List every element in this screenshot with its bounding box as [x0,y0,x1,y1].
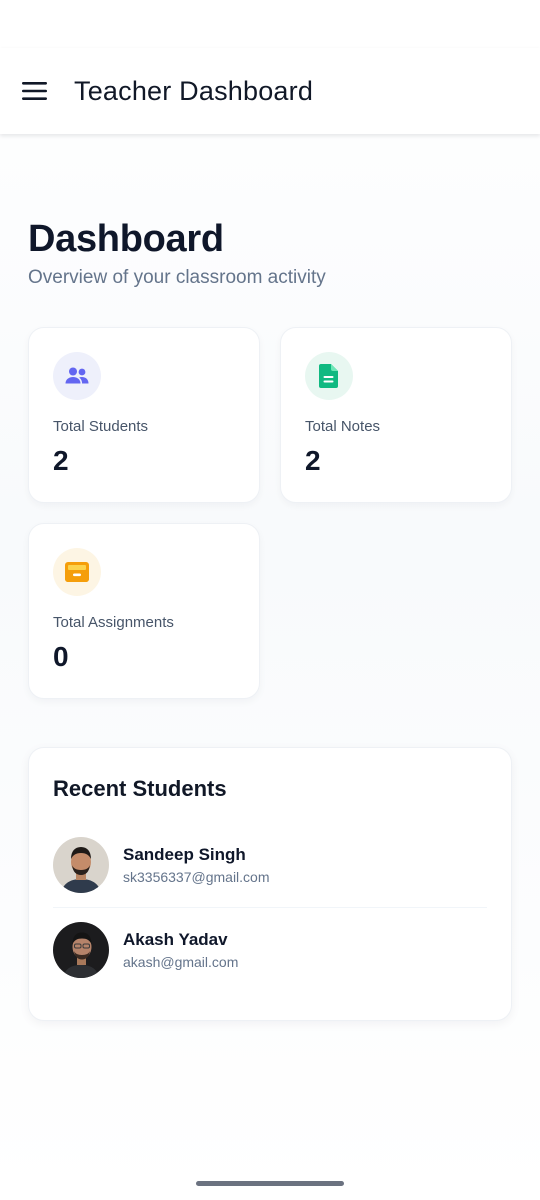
student-name: Akash Yadav [123,930,228,949]
student-list: Sandeep Singh sk3356337@gmail.com Akash … [53,822,487,992]
status-bar [0,0,540,48]
stat-icon-circle [53,548,101,596]
main-content: Dashboard Overview of your classroom act… [0,218,540,1021]
recent-students-card: Recent Students Sandeep Singh sk3356337@… [28,747,512,1021]
document-icon [319,364,338,388]
stat-card-students[interactable]: Total Students 2 [28,327,260,503]
stat-label: Total Students [53,418,149,435]
app-bar: Teacher Dashboard [0,48,540,134]
avatar-photo [53,922,109,978]
stat-label: Total Assignments [53,614,174,631]
stat-value: 2 [53,445,69,476]
stat-card-notes[interactable]: Total Notes 2 [280,327,512,503]
stat-value: 0 [53,641,69,672]
page-subtitle: Overview of your classroom activity [28,267,326,288]
app-title: Teacher Dashboard [74,75,314,106]
stats-grid: Total Students 2 Total Notes 2 Total Ass… [28,327,512,699]
stat-value: 2 [305,445,321,476]
stat-icon-circle [53,352,101,400]
avatar [53,922,109,978]
avatar [53,836,109,893]
student-name: Sandeep Singh [123,844,246,864]
inbox-icon [65,562,89,582]
recent-students-title: Recent Students [53,776,227,801]
page-title: Dashboard [28,218,224,260]
hamburger-menu-icon [22,82,47,100]
menu-button[interactable] [0,48,70,134]
stat-card-assignments[interactable]: Total Assignments 0 [28,523,260,699]
student-list-item[interactable]: Sandeep Singh sk3356337@gmail.com [53,822,487,907]
stat-icon-circle [305,352,353,400]
student-email: sk3356337@gmail.com [123,868,270,885]
stat-label: Total Notes [305,418,381,435]
avatar-photo [53,836,109,893]
screen: Teacher Dashboard Dashboard Overview of … [0,0,540,1200]
users-icon [65,367,89,384]
home-indicator[interactable] [196,1181,344,1186]
student-email: akash@gmail.com [123,954,239,970]
student-list-item[interactable]: Akash Yadav akash@gmail.com [53,907,487,992]
student-info: Sandeep Singh sk3356337@gmail.com [123,845,270,885]
student-info: Akash Yadav akash@gmail.com [123,930,238,970]
